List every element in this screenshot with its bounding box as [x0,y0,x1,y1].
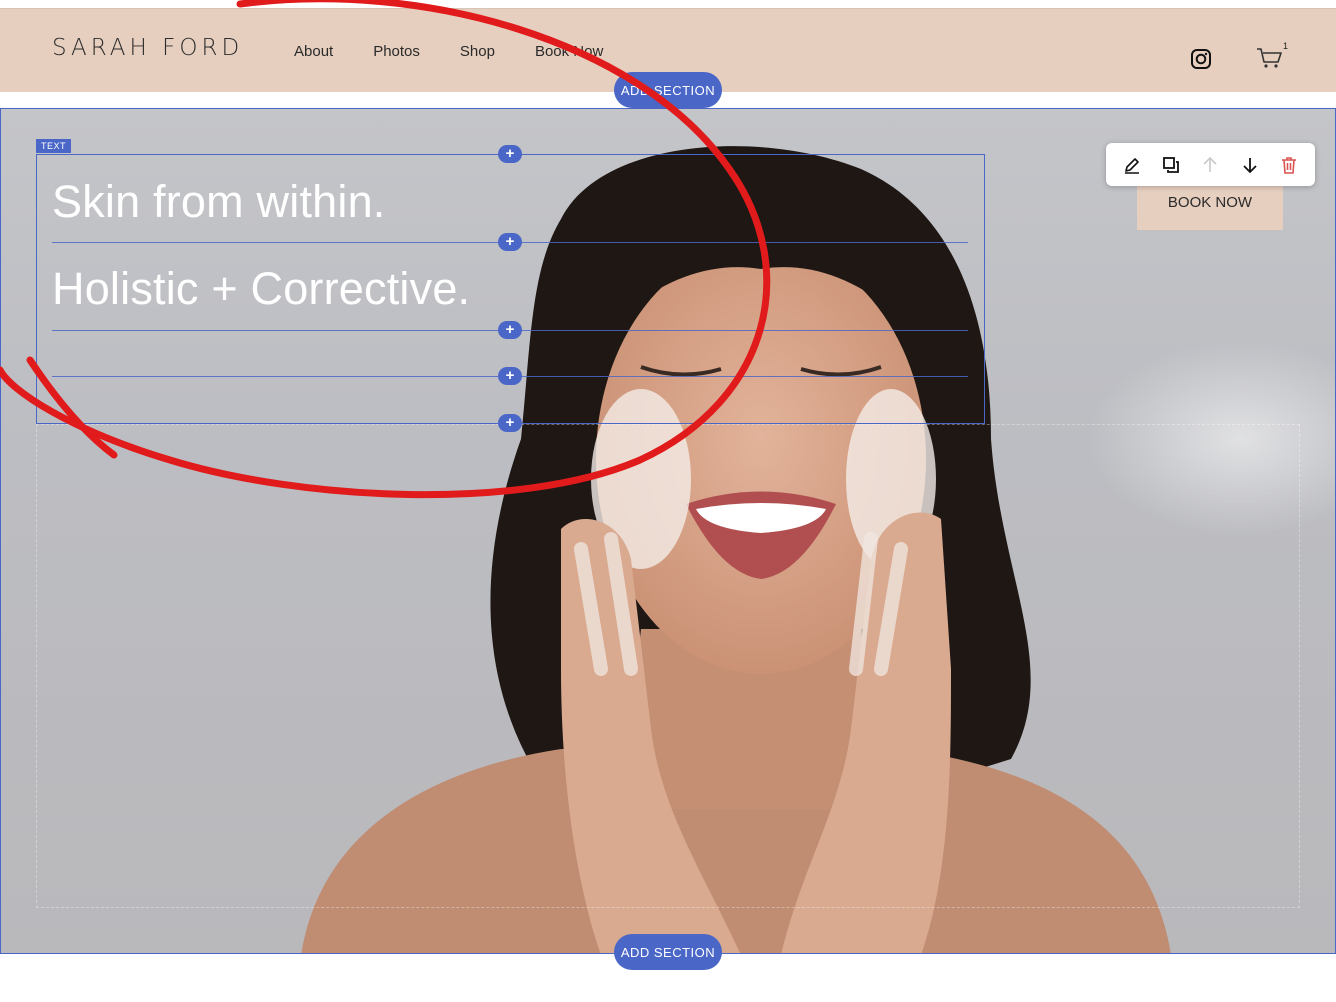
add-section-button-bottom[interactable]: ADD SECTION [614,934,722,970]
text-block-label: TEXT [36,139,72,153]
site-logo[interactable]: SARAH FORD [52,35,243,61]
insert-block-plus[interactable]: + [498,321,522,339]
arrow-up-icon[interactable] [1198,153,1222,177]
pencil-icon[interactable] [1120,153,1144,177]
insert-block-plus[interactable]: + [498,233,522,251]
add-section-button-top[interactable]: ADD SECTION [614,72,722,108]
trash-icon[interactable] [1277,153,1301,177]
hero-heading-1[interactable]: Skin from within. [52,176,386,228]
nav-photos[interactable]: Photos [373,43,420,60]
insert-block-plus[interactable]: + [498,367,522,385]
nav-shop[interactable]: Shop [460,43,495,60]
duplicate-icon[interactable] [1159,153,1183,177]
nav-about[interactable]: About [294,43,333,60]
block-toolbar [1106,143,1315,186]
arrow-down-icon[interactable] [1238,153,1262,177]
cart-icon[interactable] [1256,46,1284,70]
hero-heading-2[interactable]: Holistic + Corrective. [52,263,470,315]
insert-block-plus[interactable]: + [498,414,522,432]
nav-book-now[interactable]: Book Now [535,43,603,60]
instagram-icon[interactable] [1190,48,1212,70]
insert-block-plus[interactable]: + [498,145,522,163]
book-now-button[interactable]: BOOK NOW [1137,180,1283,230]
cart-count-badge: 1 [1283,41,1289,51]
main-nav: About Photos Shop Book Now [294,43,603,60]
section-content-area [36,424,1300,908]
